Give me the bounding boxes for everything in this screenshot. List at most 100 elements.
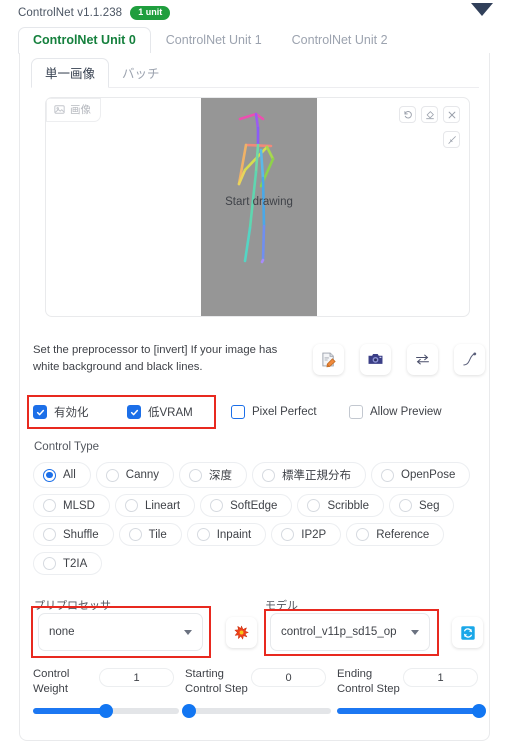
radio-reference[interactable]: Reference <box>346 523 445 546</box>
triangle-down-icon[interactable] <box>471 3 493 16</box>
slider-label-line1: Control <box>33 668 70 680</box>
slider-knob[interactable] <box>99 704 113 718</box>
checkbox-low-vram-label: 低VRAM <box>148 407 193 419</box>
radio-dot-icon <box>281 528 295 541</box>
radio-softedge[interactable]: SoftEdge <box>200 494 293 517</box>
checkbox-enable-label: 有効化 <box>54 407 89 419</box>
slider-knob[interactable] <box>472 704 486 718</box>
preprocessor-label: プリプロセッサ <box>34 600 111 612</box>
radio-dot-icon <box>43 557 56 570</box>
tab-single-image[interactable]: 単一画像 <box>31 58 110 88</box>
slider-starting-control-step: Starting Control Step 0 <box>182 667 331 718</box>
slider-track[interactable] <box>182 704 331 718</box>
checkbox-low-vram[interactable]: 低VRAM <box>127 402 231 422</box>
picture-icon <box>54 104 65 115</box>
radio-canny[interactable]: Canny <box>95 462 175 488</box>
checkbox-allow-preview[interactable]: Allow Preview <box>349 402 442 422</box>
eraser-icon[interactable] <box>421 106 438 123</box>
image-dropzone[interactable]: 画像 Start drawing <box>45 97 470 317</box>
preprocessor-dropdown[interactable]: none <box>38 613 203 651</box>
radio-normal[interactable]: 標準正規分布 <box>252 462 367 488</box>
radio-t2ia[interactable]: T2IA <box>33 552 103 575</box>
hint-line-1: Set the preprocessor to [invert] If your… <box>33 344 278 356</box>
radio-all[interactable]: All <box>33 462 91 488</box>
tab-batch[interactable]: バッチ <box>109 59 173 87</box>
radio-label: Seg <box>419 499 440 512</box>
slider-ending-control-step: Ending Control Step 1 <box>337 667 486 718</box>
run-preprocessor-button[interactable] <box>226 617 257 648</box>
radio-dot-icon <box>43 468 56 482</box>
radio-seg[interactable]: Seg <box>389 494 455 517</box>
radio-scribble[interactable]: Scribble <box>297 494 385 517</box>
panel-title: ControlNet v1.1.238 <box>18 7 123 19</box>
unit-count-badge: 1 unit <box>130 6 171 20</box>
preprocessor-value: none <box>49 626 75 638</box>
image-chip: 画像 <box>46 98 101 122</box>
drawing-canvas[interactable]: Start drawing <box>201 98 317 316</box>
refresh-icon <box>460 625 475 640</box>
radio-dot-icon <box>307 499 321 512</box>
checkbox-box <box>231 405 245 419</box>
radio-label: OpenPose <box>401 469 456 481</box>
radio-label: 深度 <box>209 470 233 482</box>
undo-icon[interactable] <box>399 106 416 123</box>
radio-label: Tile <box>148 528 167 541</box>
radio-dot-icon <box>210 499 224 512</box>
checkbox-pixel-perfect[interactable]: Pixel Perfect <box>231 402 349 422</box>
radio-dot-icon <box>105 468 119 482</box>
preprocessor-hint: Set the preprocessor to [invert] If your… <box>33 342 303 376</box>
source-tab-bar: 単一画像 バッチ <box>31 58 479 88</box>
checkbox-box <box>349 405 363 419</box>
tab-controlnet-unit-0[interactable]: ControlNet Unit 0 <box>18 27 151 54</box>
radio-label: SoftEdge <box>230 499 278 512</box>
controlnet-panel: ControlNet v1.1.238 1 unit ControlNet Un… <box>0 0 507 751</box>
check-icon <box>33 405 47 419</box>
model-label: モデル <box>265 600 298 612</box>
slider-knob[interactable] <box>182 704 196 718</box>
radio-depth[interactable]: 深度 <box>179 462 248 488</box>
close-icon[interactable] <box>443 106 460 123</box>
slider-value-input[interactable]: 1 <box>403 668 478 687</box>
radio-tile[interactable]: Tile <box>118 523 182 546</box>
slider-label-line1: Starting <box>185 668 224 680</box>
radio-openpose[interactable]: OpenPose <box>371 462 471 488</box>
camera-icon[interactable] <box>360 344 391 375</box>
image-action-buttons <box>313 344 485 375</box>
slider-value-input[interactable]: 1 <box>99 668 174 687</box>
slider-label-line1: Ending <box>337 668 373 680</box>
radio-lineart[interactable]: Lineart <box>114 494 196 517</box>
radio-dot-icon <box>399 499 413 512</box>
curve-icon[interactable] <box>454 344 485 375</box>
radio-shuffle[interactable]: Shuffle <box>33 523 114 546</box>
checkbox-pixel-perfect-label: Pixel Perfect <box>252 406 317 418</box>
chevron-down-icon <box>411 629 419 635</box>
radio-dot-icon <box>356 528 370 541</box>
slider-value-input[interactable]: 0 <box>251 668 326 687</box>
tab-controlnet-unit-2[interactable]: ControlNet Unit 2 <box>277 27 403 53</box>
radio-ip2p[interactable]: IP2P <box>271 523 342 546</box>
swap-arrows-icon[interactable] <box>407 344 438 375</box>
slider-track[interactable] <box>337 704 486 718</box>
radio-mlsd[interactable]: MLSD <box>33 494 110 517</box>
radio-dot-icon <box>262 468 276 482</box>
radio-dot-icon <box>43 499 56 512</box>
image-chip-label: 画像 <box>70 104 91 116</box>
edit-note-icon[interactable] <box>313 344 344 375</box>
refresh-models-button[interactable] <box>452 617 483 648</box>
checkbox-enable[interactable]: 有効化 <box>33 402 127 422</box>
radio-label: All <box>63 469 76 481</box>
slider-track[interactable] <box>33 704 179 718</box>
radio-label: Canny <box>125 469 160 481</box>
slider-fill <box>337 708 483 714</box>
radio-inpaint[interactable]: Inpaint <box>186 523 267 546</box>
radio-label: MLSD <box>63 499 95 512</box>
model-dropdown[interactable]: control_v11p_sd15_op <box>270 613 430 651</box>
control-type-options: All Canny 深度 標準正規分布 OpenPose MLSD Linear… <box>33 462 473 575</box>
slider-label-line2: Control Step <box>337 683 400 695</box>
check-icon <box>127 405 141 419</box>
tab-controlnet-unit-1[interactable]: ControlNet Unit 1 <box>151 27 277 53</box>
radio-dot-icon <box>128 528 142 541</box>
radio-label: Scribble <box>327 499 370 512</box>
brush-icon[interactable] <box>443 131 460 148</box>
slider-label: Starting Control Step <box>185 667 251 697</box>
